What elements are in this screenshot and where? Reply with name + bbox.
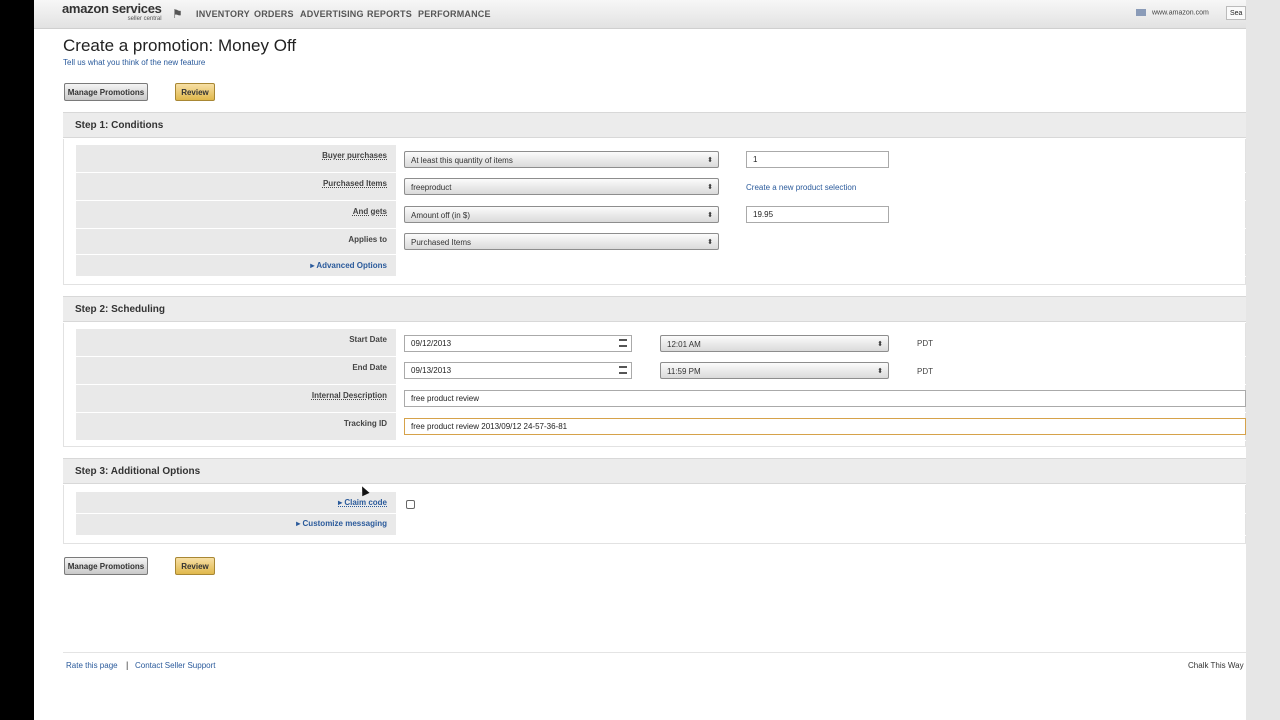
start-date-row: Start Date 09/12/2013 12:01 AM ⬍ PDT [76, 329, 1246, 357]
nav-advertising[interactable]: ADVERTISING [300, 9, 364, 19]
end-time-select[interactable]: 11:59 PM ⬍ [660, 362, 889, 379]
select-arrows-icon: ⬍ [877, 368, 883, 375]
start-time-value: 12:01 AM [667, 340, 701, 349]
buyer-purchases-value: At least this quantity of items [411, 156, 513, 165]
us-flag-icon [1136, 9, 1146, 16]
select-arrows-icon: ⬍ [707, 212, 713, 219]
internal-description-row: Internal Description free product review [76, 385, 1246, 413]
applies-to-value: Purchased Items [411, 238, 472, 247]
end-date-label: End Date [76, 357, 396, 384]
marketplace-label: www.amazon.com [1152, 9, 1209, 17]
advanced-options-label: Advanced Options [316, 261, 387, 270]
tracking-id-row: Tracking ID free product review 2013/09/… [76, 413, 1246, 441]
amazon-services-logo[interactable]: amazon services seller central [62, 2, 162, 22]
claim-code-label: Claim code [344, 498, 387, 507]
purchased-items-value: freeproduct [411, 183, 452, 192]
claim-code-row: ▸ Claim code [76, 492, 1246, 514]
calendar-icon[interactable] [619, 366, 627, 374]
end-date-row: End Date 09/13/2013 11:59 PM ⬍ PDT [76, 357, 1246, 385]
claim-code-checkbox[interactable] [406, 500, 415, 509]
select-arrows-icon: ⬍ [707, 239, 713, 246]
start-date-value: 09/12/2013 [411, 339, 452, 348]
create-product-selection-link[interactable]: Create a new product selection [746, 183, 856, 192]
step1-section: Buyer purchases At least this quantity o… [63, 139, 1246, 285]
end-date-input[interactable]: 09/13/2013 [404, 362, 632, 379]
tracking-id-label: Tracking ID [76, 413, 396, 440]
step3-header: Step 3: Additional Options [63, 458, 1246, 484]
select-arrows-icon: ⬍ [707, 157, 713, 164]
and-gets-row: And gets Amount off (in $) ⬍ 19.95 [76, 201, 1246, 229]
nav-orders[interactable]: ORDERS [254, 9, 294, 19]
manage-promotions-button-bottom[interactable]: Manage Promotions [64, 557, 148, 575]
feedback-link[interactable]: Tell us what you think of the new featur… [63, 58, 205, 67]
tracking-id-input[interactable]: free product review 2013/09/12 24-57-36-… [404, 418, 1246, 435]
review-button[interactable]: Review [175, 83, 215, 101]
buyer-purchases-label: Buyer purchases [76, 145, 396, 172]
and-gets-select[interactable]: Amount off (in $) ⬍ [404, 206, 719, 223]
advanced-options-row: ▸ Advanced Options [76, 255, 1246, 277]
start-time-select[interactable]: 12:01 AM ⬍ [660, 335, 889, 352]
contact-seller-support-link[interactable]: Contact Seller Support [135, 661, 216, 670]
rate-this-page-link[interactable]: Rate this page [66, 661, 118, 670]
step2-header: Step 2: Scheduling [63, 296, 1246, 322]
nav-inventory[interactable]: INVENTORY [196, 9, 250, 19]
top-nav-bar: amazon services seller central ⚑ INVENTO… [34, 0, 1246, 29]
manage-promotions-button[interactable]: Manage Promotions [64, 83, 148, 101]
flag-icon[interactable]: ⚑ [172, 7, 183, 21]
purchased-items-select[interactable]: freeproduct ⬍ [404, 178, 719, 195]
footer-right-text: Chalk This Way [1188, 661, 1244, 670]
nav-performance[interactable]: PERFORMANCE [418, 9, 491, 19]
claim-code-toggle[interactable]: ▸ Claim code [76, 492, 396, 513]
buyer-purchases-row: Buyer purchases At least this quantity o… [76, 145, 1246, 173]
customize-messaging-label: Customize messaging [302, 519, 387, 528]
search-button[interactable]: Sea [1226, 6, 1246, 20]
applies-to-label: Applies to [76, 229, 396, 254]
footer-separator: | [126, 660, 129, 670]
step1-header: Step 1: Conditions [63, 112, 1246, 138]
end-timezone: PDT [917, 367, 933, 376]
purchased-items-row: Purchased Items freeproduct ⬍ Create a n… [76, 173, 1246, 201]
customize-messaging-toggle[interactable]: ▸ Customize messaging [76, 514, 396, 535]
select-arrows-icon: ⬍ [707, 184, 713, 191]
footer-divider [63, 652, 1246, 653]
advanced-options-toggle[interactable]: ▸ Advanced Options [76, 255, 396, 276]
review-button-bottom[interactable]: Review [175, 557, 215, 575]
select-arrows-icon: ⬍ [877, 341, 883, 348]
end-date-value: 09/13/2013 [411, 366, 452, 375]
page-title: Create a promotion: Money Off [63, 36, 297, 55]
buyer-purchases-select[interactable]: At least this quantity of items ⬍ [404, 151, 719, 168]
applies-to-row: Applies to Purchased Items ⬍ [76, 229, 1246, 255]
purchased-items-label: Purchased Items [76, 173, 396, 200]
internal-description-label: Internal Description [76, 385, 396, 412]
start-date-label: Start Date [76, 329, 396, 356]
start-timezone: PDT [917, 339, 933, 348]
seller-central-page: amazon services seller central ⚑ INVENTO… [34, 0, 1246, 720]
amount-off-input[interactable]: 19.95 [746, 206, 889, 223]
step2-section: Start Date 09/12/2013 12:01 AM ⬍ PDT End… [63, 323, 1246, 447]
marketplace-switcher[interactable]: www.amazon.com [1136, 9, 1209, 16]
applies-to-select[interactable]: Purchased Items ⬍ [404, 233, 719, 250]
calendar-icon[interactable] [619, 339, 627, 347]
internal-description-input[interactable]: free product review [404, 390, 1246, 407]
and-gets-value: Amount off (in $) [411, 211, 470, 220]
logo-subtext: seller central [127, 16, 162, 22]
and-gets-label: And gets [76, 201, 396, 228]
step3-section: ▸ Claim code ▸ Customize messaging [63, 485, 1246, 544]
nav-reports[interactable]: REPORTS [367, 9, 412, 19]
logo-text: amazon services [62, 1, 162, 16]
end-time-value: 11:59 PM [667, 367, 701, 376]
start-date-input[interactable]: 09/12/2013 [404, 335, 632, 352]
window-edge [1246, 0, 1280, 720]
buyer-purchases-quantity-input[interactable]: 1 [746, 151, 889, 168]
customize-messaging-row: ▸ Customize messaging [76, 514, 1246, 536]
